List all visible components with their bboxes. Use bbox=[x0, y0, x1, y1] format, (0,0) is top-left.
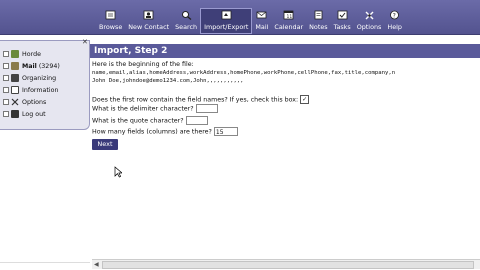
first-row-checkbox[interactable]: ✓ bbox=[300, 95, 310, 104]
nav-tasks[interactable]: Tasks bbox=[331, 9, 354, 33]
import-export-icon bbox=[220, 9, 232, 20]
page-title: Import, Step 2 bbox=[90, 44, 480, 58]
nav-mail[interactable]: Mail bbox=[252, 9, 271, 33]
nav-options[interactable]: Options bbox=[354, 9, 385, 33]
horde-icon bbox=[11, 50, 19, 58]
svg-text:?: ? bbox=[393, 12, 396, 19]
next-button[interactable]: Next bbox=[92, 139, 118, 150]
top-toolbar: Browse New Contact Search Import/Export … bbox=[0, 0, 480, 35]
delimiter-field[interactable] bbox=[195, 104, 218, 113]
intro-text: Here is the beginning of the file: bbox=[92, 61, 194, 68]
expand-toggle[interactable] bbox=[3, 75, 9, 81]
scroll-left-icon[interactable]: ◀ bbox=[94, 261, 99, 268]
svg-text:11: 11 bbox=[287, 14, 293, 20]
app-navigation: Browse New Contact Search Import/Export … bbox=[96, 8, 405, 34]
nav-browse[interactable]: Browse bbox=[96, 9, 125, 33]
sidebar-item-logout[interactable]: Log out bbox=[3, 110, 46, 118]
logout-icon bbox=[11, 110, 19, 118]
sidebar-item-options[interactable]: Options bbox=[3, 98, 46, 106]
fields-label: How many fields (columns) are there? bbox=[92, 128, 212, 136]
divider bbox=[0, 262, 90, 269]
information-icon bbox=[11, 86, 19, 94]
expand-toggle[interactable] bbox=[3, 111, 9, 117]
nav-search[interactable]: Search bbox=[172, 9, 200, 33]
file-preview-row: John Doe,johndoe@demo1234.com,John,,,,,,… bbox=[92, 78, 244, 84]
nav-help[interactable]: ? Help bbox=[384, 9, 405, 33]
nav-label: Browse bbox=[99, 23, 123, 31]
calendar-icon: 11 bbox=[283, 9, 295, 20]
nav-label: Tasks bbox=[333, 23, 351, 31]
delimiter-row: What is the delimiter character? bbox=[92, 104, 218, 113]
expand-toggle[interactable] bbox=[3, 99, 9, 105]
expand-toggle[interactable] bbox=[3, 51, 9, 57]
nav-label: New Contact bbox=[128, 23, 170, 31]
nav-calendar[interactable]: 11 Calendar bbox=[271, 9, 306, 33]
fields-count-field[interactable]: 15 bbox=[213, 127, 238, 136]
horizontal-scrollbar[interactable]: ◀ bbox=[92, 259, 480, 269]
new-contact-icon bbox=[143, 9, 155, 20]
file-preview-header: name,email,alias,homeAddress,workAddress… bbox=[92, 70, 396, 76]
close-icon[interactable]: ✕ bbox=[82, 39, 89, 46]
nav-label: Search bbox=[175, 23, 198, 31]
options-icon bbox=[363, 9, 375, 20]
nav-label: Calendar bbox=[274, 23, 304, 31]
first-row-label: Does the first row contain the field nam… bbox=[92, 96, 299, 104]
nav-label: Mail bbox=[255, 23, 269, 31]
options-icon bbox=[11, 98, 19, 106]
help-icon: ? bbox=[389, 9, 401, 20]
tasks-icon bbox=[336, 9, 348, 20]
nav-label: Notes bbox=[309, 23, 328, 31]
nav-new-contact[interactable]: New Contact bbox=[125, 9, 172, 33]
notes-icon bbox=[312, 9, 324, 20]
sidebar-item-label: Mail bbox=[22, 62, 37, 70]
sidebar-item-mail[interactable]: Mail (3294) bbox=[3, 62, 60, 70]
first-row-question: Does the first row contain the field nam… bbox=[92, 95, 310, 104]
browse-icon bbox=[105, 9, 117, 20]
quote-label: What is the quote character? bbox=[92, 117, 184, 125]
nav-label: Options bbox=[356, 23, 382, 31]
mouse-cursor-icon bbox=[114, 166, 123, 180]
nav-label: Import/Export bbox=[204, 23, 249, 31]
nav-label: Help bbox=[387, 23, 402, 31]
sidebar-item-label: Organizing bbox=[22, 74, 57, 82]
scrollbar-thumb[interactable] bbox=[102, 261, 474, 269]
sidebar-item-information[interactable]: Information bbox=[3, 86, 58, 94]
sidebar-item-label: Horde bbox=[22, 50, 41, 58]
sidebar-item-horde[interactable]: Horde bbox=[3, 50, 41, 58]
mail-icon bbox=[11, 62, 19, 70]
expand-toggle[interactable] bbox=[3, 63, 9, 69]
unread-count: (3294) bbox=[38, 62, 60, 70]
sidebar-item-label: Information bbox=[22, 86, 59, 94]
quote-row: What is the quote character? bbox=[92, 116, 208, 125]
nav-import-export[interactable]: Import/Export bbox=[200, 8, 253, 34]
expand-toggle[interactable] bbox=[3, 87, 9, 93]
delimiter-label: What is the delimiter character? bbox=[92, 105, 194, 113]
sidebar-menu: ✕ Horde Mail (3294) Organizing Informati… bbox=[0, 39, 90, 130]
mail-icon bbox=[256, 9, 268, 20]
organizing-icon bbox=[11, 74, 19, 82]
quote-field[interactable] bbox=[185, 116, 208, 125]
sidebar-item-label: Options bbox=[22, 98, 47, 106]
search-icon bbox=[180, 9, 192, 20]
sidebar-item-organizing[interactable]: Organizing bbox=[3, 74, 56, 82]
sidebar-item-label: Log out bbox=[22, 110, 46, 118]
fields-row: How many fields (columns) are there? 15 bbox=[92, 127, 238, 136]
nav-notes[interactable]: Notes bbox=[306, 9, 330, 33]
